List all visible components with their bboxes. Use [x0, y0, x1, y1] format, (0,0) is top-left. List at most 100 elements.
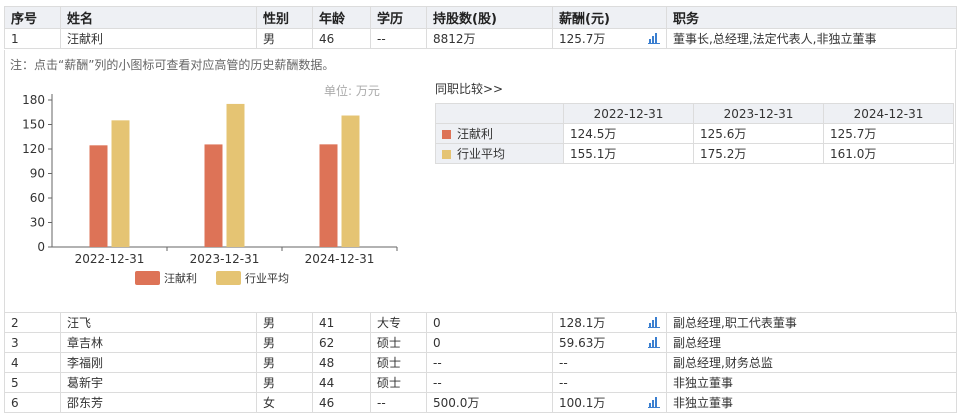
cell-index: 4	[4, 352, 61, 373]
peer-compare-link[interactable]: 同职比较>>	[435, 80, 503, 97]
cell-name: 葛新宇	[60, 372, 257, 393]
cell-index: 1	[4, 28, 61, 49]
salary-chart-icon[interactable]	[648, 337, 660, 348]
cell-name: 章吉林	[60, 332, 257, 353]
bar-industry	[341, 115, 360, 248]
bar-industry	[226, 103, 245, 247]
cell-gender: 男	[256, 28, 313, 49]
executive-table-body: 2 汪飞男 41 大专 0 128.1万 副总经理,职工代表董事 3 章吉林男 62 硕士 0 59.6…	[4, 312, 957, 413]
cell-age: 46	[312, 392, 371, 413]
salary-value: 128.1万	[559, 316, 606, 330]
cell-name: 汪献利	[60, 28, 257, 49]
table-row: 5 葛新宇男 44 硕士 -- -- 非独立董事	[4, 372, 957, 393]
table-row: 1 汪献利 男 46 -- 8812万 125.7万 董事长,总经理,法定代表人…	[4, 28, 957, 49]
peer-compare-table: 2022-12-31 2023-12-31 2024-12-31 汪献利 124…	[435, 103, 954, 164]
cell-index: 6	[4, 392, 61, 413]
legend-swatch	[216, 271, 241, 285]
x-tick-label: 2024-12-31	[305, 252, 375, 266]
cell-name: 李福刚	[60, 352, 257, 373]
salary-chart-icon[interactable]	[648, 33, 660, 44]
col-header-name: 姓名	[60, 6, 257, 29]
table-row: 6 邵东芳女 46 -- 500.0万 100.1万 非独立董事	[4, 392, 957, 413]
cell-age: 44	[312, 372, 371, 393]
cell-gender: 男	[256, 312, 313, 333]
cell-position: 副总经理,职工代表董事	[666, 312, 957, 333]
cell-education: 硕士	[370, 372, 427, 393]
col-header-index: 序号	[4, 6, 61, 29]
cell-age: 62	[312, 332, 371, 353]
compare-value: 125.7万	[823, 123, 954, 144]
bar-person	[89, 145, 108, 247]
compare-row-label: 行业平均	[435, 143, 564, 164]
cell-index: 5	[4, 372, 61, 393]
cell-position: 副总经理,财务总监	[666, 352, 957, 373]
unit-label: 单位: 万元	[324, 84, 380, 98]
cell-salary: --	[552, 352, 667, 373]
x-tick-label: 2023-12-31	[190, 252, 260, 266]
salary-value: 125.7万	[559, 32, 606, 46]
col-header-education: 学历	[370, 6, 427, 29]
cell-shares: 0	[426, 332, 553, 353]
y-tick-label: 0	[37, 240, 45, 254]
y-tick-label: 90	[30, 167, 45, 181]
compare-header-row: 2022-12-31 2023-12-31 2024-12-31	[435, 103, 954, 124]
cell-shares: --	[426, 352, 553, 373]
y-tick-label: 120	[22, 142, 45, 156]
executive-table-header: 序号 姓名 性别 年龄 学历 持股数(股) 薪酬(元) 职务 1 汪献利 男 4…	[4, 6, 957, 49]
compare-row-industry: 行业平均 155.1万 175.2万 161.0万	[435, 143, 954, 164]
cell-age: 48	[312, 352, 371, 373]
compare-row-person: 汪献利 124.5万 125.6万 125.7万	[435, 123, 954, 144]
compare-value: 125.6万	[693, 123, 824, 144]
compare-value: 124.5万	[563, 123, 694, 144]
y-tick-label: 60	[30, 191, 45, 205]
compare-label-text: 汪献利	[457, 127, 494, 141]
cell-age: 41	[312, 312, 371, 333]
col-header-salary: 薪酬(元)	[552, 6, 667, 29]
col-header-age: 年龄	[312, 6, 371, 29]
cell-education: 硕士	[370, 352, 427, 373]
cell-gender: 男	[256, 352, 313, 373]
y-tick-label: 180	[22, 93, 45, 107]
cell-shares: 0	[426, 312, 553, 333]
cell-education: 大专	[370, 312, 427, 333]
cell-shares: --	[426, 372, 553, 393]
cell-salary: --	[552, 372, 667, 393]
cell-salary: 125.7万	[552, 28, 667, 49]
compare-label-text: 行业平均	[457, 147, 506, 161]
table-row: 3 章吉林男 62 硕士 0 59.63万 副总经理	[4, 332, 957, 353]
bar-person	[319, 144, 338, 247]
compare-row-label: 汪献利	[435, 123, 564, 144]
cell-salary: 128.1万	[552, 312, 667, 333]
salary-value: 59.63万	[559, 336, 606, 350]
cell-salary: 59.63万	[552, 332, 667, 353]
col-header-position: 职务	[666, 6, 957, 29]
salary-chart-icon[interactable]	[648, 317, 660, 328]
person-swatch	[442, 130, 451, 139]
cell-position: 非独立董事	[666, 392, 957, 413]
cell-shares: 8812万	[426, 28, 553, 49]
salary-value: --	[559, 375, 568, 390]
cell-name: 邵东芳	[60, 392, 257, 413]
cell-position: 副总经理	[666, 332, 957, 353]
col-header-gender: 性别	[256, 6, 313, 29]
cell-gender: 男	[256, 332, 313, 353]
cell-gender: 女	[256, 392, 313, 413]
y-tick-label: 150	[22, 118, 45, 132]
bar-industry	[111, 120, 130, 247]
cell-position: 董事长,总经理,法定代表人,非独立董事	[666, 28, 957, 49]
header-row: 序号 姓名 性别 年龄 学历 持股数(股) 薪酬(元) 职务	[4, 6, 957, 29]
salary-history-panel: 注：点击“薪酬”列的小图标可查看对应高管的历史薪酬数据。 0 30 60 90 120 1…	[4, 50, 956, 312]
executive-table-panel: 序号 姓名 性别 年龄 学历 持股数(股) 薪酬(元) 职务 1 汪献利 男 4…	[0, 0, 960, 418]
cell-index: 3	[4, 332, 61, 353]
compare-value: 175.2万	[693, 143, 824, 164]
legend-label: 行业平均	[245, 272, 289, 285]
compare-header-year: 2024-12-31	[823, 103, 954, 124]
cell-index: 2	[4, 312, 61, 333]
salary-chart-icon[interactable]	[648, 397, 660, 408]
compare-value: 155.1万	[563, 143, 694, 164]
industry-swatch	[442, 150, 451, 159]
legend-swatch	[135, 271, 160, 285]
legend-label: 汪献利	[164, 271, 197, 285]
compare-header-blank	[435, 103, 564, 124]
cell-education: 硕士	[370, 332, 427, 353]
